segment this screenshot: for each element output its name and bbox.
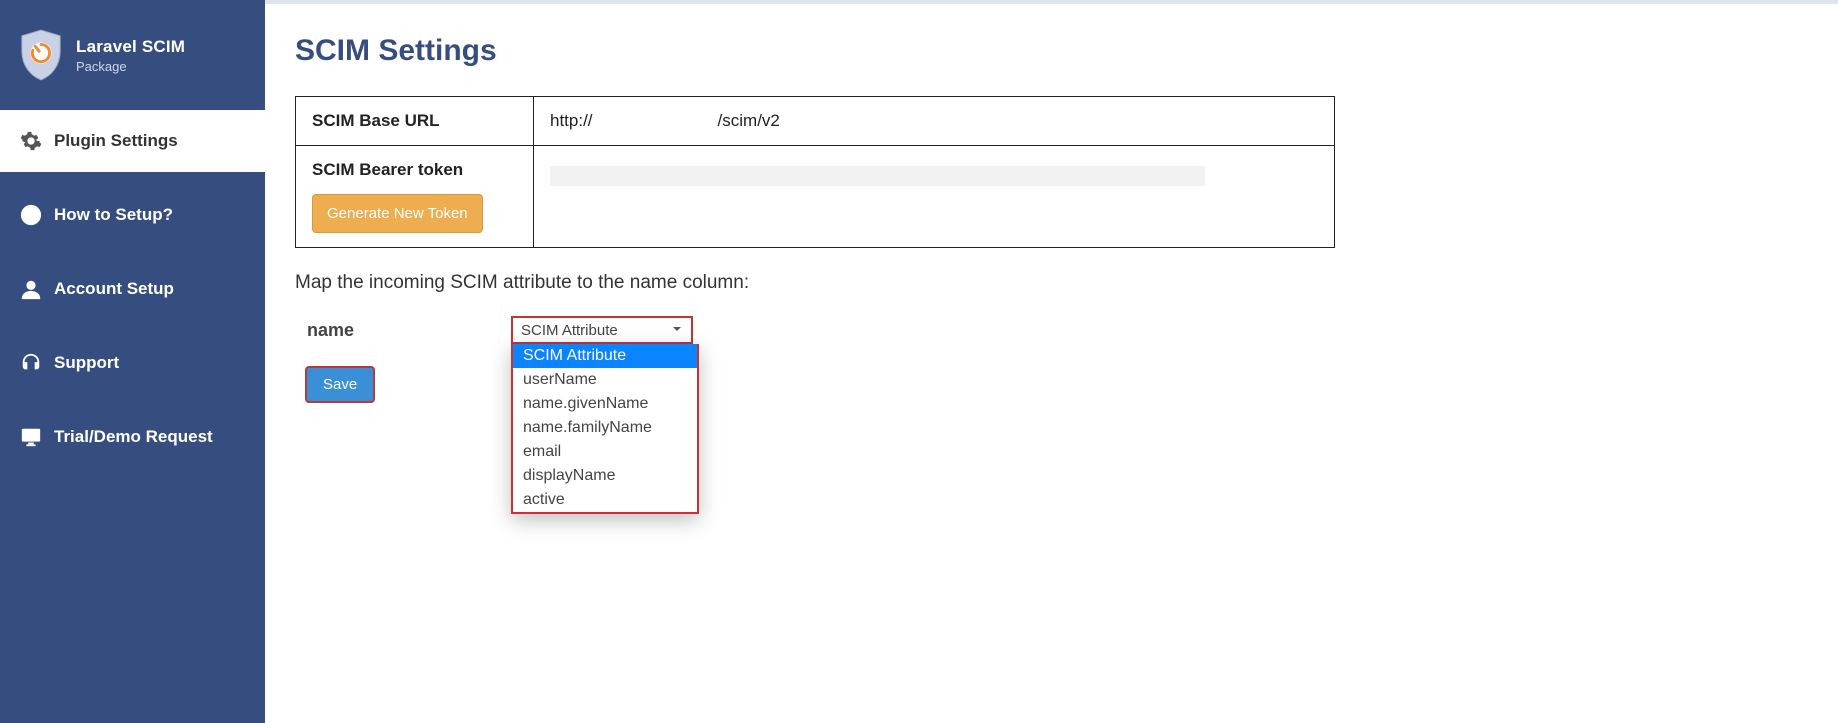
page-title: SCIM Settings: [295, 34, 1798, 68]
base-url-label: SCIM Base URL: [296, 97, 534, 146]
sidebar-item-label: How to Setup?: [54, 205, 173, 225]
attribute-option[interactable]: active: [513, 488, 697, 512]
sidebar-item-label: Support: [54, 353, 119, 373]
brand-subtitle: Package: [76, 59, 185, 74]
sidebar-item-trial-demo[interactable]: Trial/Demo Request: [0, 406, 265, 468]
attribute-option[interactable]: displayName: [513, 464, 697, 488]
bearer-cell: SCIM Bearer token Generate New Token: [296, 146, 534, 248]
sidebar-item-plugin-settings[interactable]: Plugin Settings: [0, 110, 265, 172]
gear-icon: [18, 128, 44, 154]
sidebar: Laravel SCIM Package Plugin Settings How…: [0, 0, 265, 723]
main-content: SCIM Settings SCIM Base URL http:// /scim…: [265, 0, 1838, 723]
attribute-select-box[interactable]: SCIM Attribute: [511, 316, 693, 344]
bearer-value-cell: [534, 146, 1335, 248]
sidebar-item-label: Plugin Settings: [54, 131, 178, 151]
attribute-dropdown: SCIM Attribute userName name.givenName n…: [511, 344, 699, 514]
attribute-option[interactable]: SCIM Attribute: [513, 344, 697, 368]
attribute-select-value: SCIM Attribute: [521, 322, 618, 339]
save-button[interactable]: Save: [305, 366, 375, 403]
sidebar-item-support[interactable]: Support: [0, 332, 265, 394]
sidebar-item-label: Trial/Demo Request: [54, 427, 213, 447]
bearer-token-redacted: [550, 166, 1205, 186]
map-description: Map the incoming SCIM attribute to the n…: [295, 272, 1798, 294]
info-icon: [18, 202, 44, 228]
attribute-option[interactable]: name.familyName: [513, 416, 697, 440]
monitor-icon: [18, 424, 44, 450]
sidebar-nav: Plugin Settings How to Setup? Account Se…: [0, 110, 265, 468]
base-url-prefix: http://: [550, 111, 593, 130]
attribute-option[interactable]: userName: [513, 368, 697, 392]
map-field-label: name: [295, 316, 511, 341]
shield-logo-icon: [18, 28, 64, 82]
chevron-down-icon: [671, 322, 683, 339]
brand: Laravel SCIM Package: [0, 0, 265, 110]
user-icon: [18, 276, 44, 302]
row-bearer-token: SCIM Bearer token Generate New Token: [296, 146, 1335, 248]
sidebar-item-label: Account Setup: [54, 279, 174, 299]
base-url-suffix: /scim/v2: [718, 111, 780, 130]
sidebar-item-account-setup[interactable]: Account Setup: [0, 258, 265, 320]
config-table: SCIM Base URL http:// /scim/v2 SCIM Beare…: [295, 96, 1335, 248]
headset-icon: [18, 350, 44, 376]
base-url-value: http:// /scim/v2: [534, 97, 1335, 146]
bearer-label: SCIM Bearer token: [312, 160, 517, 180]
brand-title: Laravel SCIM: [76, 37, 185, 57]
row-base-url: SCIM Base URL http:// /scim/v2: [296, 97, 1335, 146]
sidebar-item-how-to-setup[interactable]: How to Setup?: [0, 184, 265, 246]
attribute-option[interactable]: name.givenName: [513, 392, 697, 416]
attribute-option[interactable]: email: [513, 440, 697, 464]
base-url-host-redacted: [593, 112, 718, 126]
map-row: name SCIM Attribute SCIM Attribute userN…: [295, 316, 1798, 344]
attribute-select: SCIM Attribute SCIM Attribute userName n…: [511, 316, 693, 344]
generate-token-button[interactable]: Generate New Token: [312, 194, 483, 233]
